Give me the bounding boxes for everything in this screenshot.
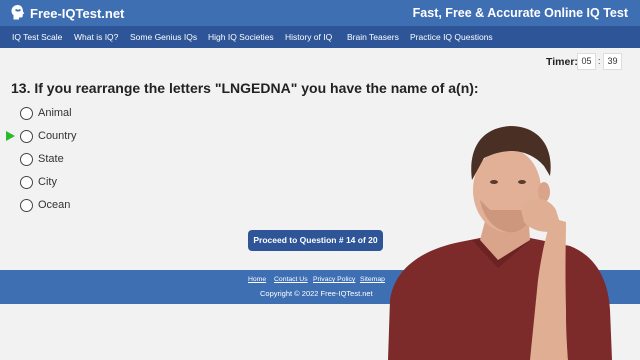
option-label: Animal [38, 107, 72, 119]
radio-button[interactable] [20, 199, 33, 212]
site-header: Free-IQTest.net Fast, Free & Accurate On… [0, 0, 640, 26]
option-label: State [38, 153, 64, 165]
webcam-overlay [388, 126, 612, 360]
timer-separator: : [598, 56, 601, 66]
main-nav: IQ Test Scale What is IQ? Some Genius IQ… [0, 26, 640, 48]
site-title[interactable]: Free-IQTest.net [30, 6, 124, 21]
footer-link-home[interactable]: Home [248, 276, 266, 283]
proceed-button[interactable]: Proceed to Question # 14 of 20 [248, 230, 383, 251]
option-label: City [38, 176, 57, 188]
nav-practice-iq-questions[interactable]: Practice IQ Questions [410, 32, 493, 42]
option-label: Ocean [38, 199, 71, 211]
radio-button[interactable] [20, 176, 33, 189]
nav-what-is-iq[interactable]: What is IQ? [74, 32, 118, 42]
timer-seconds: 39 [603, 53, 622, 70]
option-label: Country [38, 130, 77, 142]
question-text: 13. If you rearrange the letters "LNGEDN… [11, 80, 479, 96]
nav-history-of-iq[interactable]: History of IQ [285, 32, 332, 42]
nav-iq-test-scale[interactable]: IQ Test Scale [12, 32, 62, 42]
footer-link-privacy-policy[interactable]: Privacy Policy [313, 276, 355, 283]
radio-button[interactable] [20, 153, 33, 166]
timer-minutes: 05 [577, 53, 596, 70]
radio-button[interactable] [20, 107, 33, 120]
footer-link-contact-us[interactable]: Contact Us [274, 276, 308, 283]
radio-button[interactable] [20, 130, 33, 143]
timer-label: Timer: [546, 56, 578, 68]
nav-some-genius-iqs[interactable]: Some Genius IQs [130, 32, 197, 42]
selection-arrow-icon [6, 131, 15, 141]
nav-brain-teasers[interactable]: Brain Teasers [347, 32, 399, 42]
nav-high-iq-societies[interactable]: High IQ Societies [208, 32, 274, 42]
brain-head-icon[interactable] [10, 4, 26, 21]
site-tagline: Fast, Free & Accurate Online IQ Test [412, 6, 628, 20]
copyright-text: Copyright © 2022 Free-IQTest.net [260, 289, 373, 298]
